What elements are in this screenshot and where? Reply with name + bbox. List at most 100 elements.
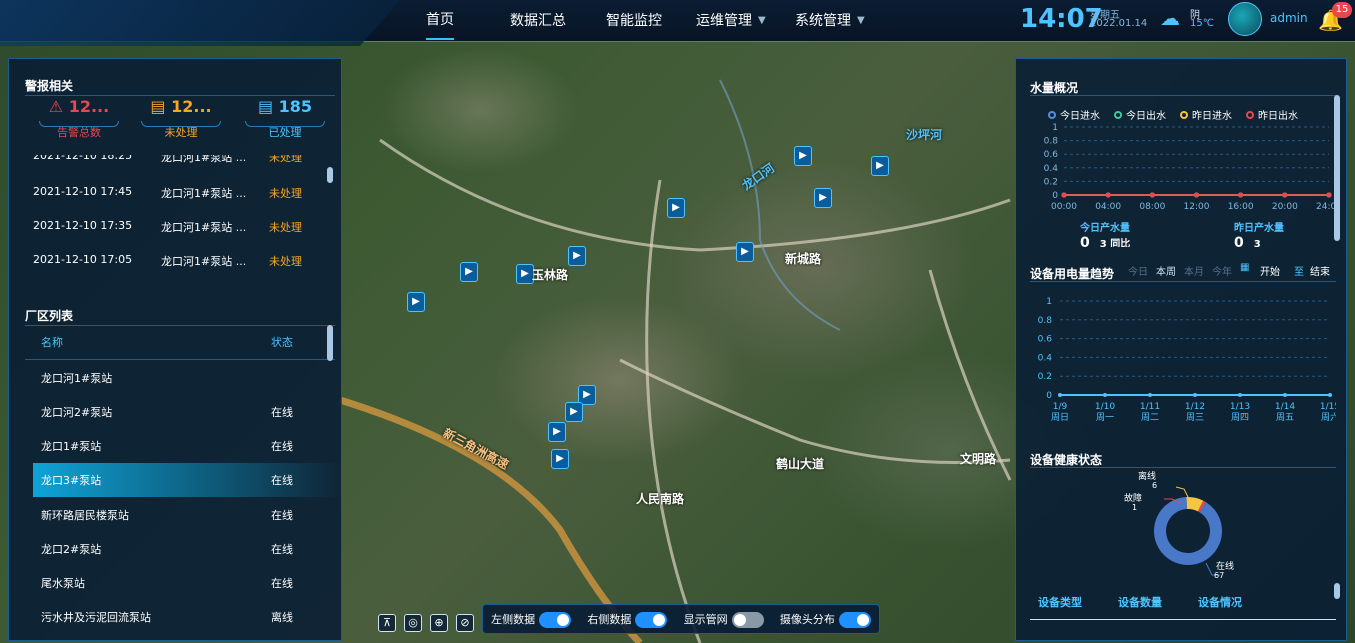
toggle-switch[interactable] xyxy=(731,611,764,628)
y-tick-label: 0.2 xyxy=(1044,177,1058,187)
y-tick-label: 0.6 xyxy=(1038,335,1053,345)
chevron-down-icon: ▼ xyxy=(758,14,766,26)
camera-marker[interactable]: ▶ xyxy=(871,156,889,176)
alarm-list: 2021-12-10 18:25 龙口河1#泵站 ... 未处理 2021-12-1… xyxy=(9,155,329,281)
scrollbar[interactable] xyxy=(327,167,333,183)
camera-marker[interactable]: ▶ xyxy=(814,188,832,208)
check-clipboard-icon: ▤ xyxy=(257,97,274,116)
toggle-left-data[interactable]: 左侧数据 xyxy=(491,611,572,628)
tab-year[interactable]: 今年 xyxy=(1212,263,1232,278)
alarm-site: 龙口河1#泵站 ... xyxy=(161,155,247,164)
calendar-icon[interactable]: ▦ xyxy=(1240,262,1249,273)
toggle-cameras[interactable]: 摄像头分布 xyxy=(780,611,871,628)
tab-month[interactable]: 本月 xyxy=(1184,263,1204,278)
date: 2022.01.14 xyxy=(1090,18,1148,29)
crosshair-icon[interactable]: ⊕ xyxy=(430,614,448,632)
scrollbar[interactable] xyxy=(1334,95,1340,241)
camera-marker[interactable]: ▶ xyxy=(736,242,754,262)
table-row[interactable]: 尾水泵站 在线 xyxy=(33,566,343,600)
scrollbar[interactable] xyxy=(327,325,333,361)
plants-title: 厂区列表 xyxy=(25,309,74,323)
alarm-time: 2021-12-10 18:25 xyxy=(33,155,133,162)
table-row[interactable]: 龙口河2#泵站 在线 xyxy=(33,395,343,429)
plant-name: 龙口3#泵站 xyxy=(41,474,102,487)
map-label: 玉林路 xyxy=(532,268,569,282)
notification-badge: 15 xyxy=(1332,2,1352,18)
divider xyxy=(39,121,119,127)
data-point xyxy=(1103,393,1107,397)
stat-value: 12... xyxy=(171,97,212,116)
table-row[interactable]: 龙口1#泵站 在线 xyxy=(33,429,343,463)
data-point xyxy=(1326,192,1332,198)
nav-data-summary[interactable]: 数据汇总 xyxy=(510,0,566,40)
list-item[interactable]: 2021-12-10 17:45 龙口河1#泵站 ... 未处理 xyxy=(33,185,329,205)
alarm-site: 龙口河1#泵站 ... xyxy=(161,221,247,234)
camera-marker[interactable]: ▶ xyxy=(460,262,478,282)
toggle-right-data[interactable]: 右侧数据 xyxy=(587,611,668,628)
avatar[interactable] xyxy=(1228,2,1262,36)
table-row[interactable]: 龙口河1#泵站 xyxy=(33,361,343,395)
toggle-switch[interactable] xyxy=(539,611,572,628)
x-tick-label: 1/13 周四 xyxy=(1230,402,1250,423)
data-point xyxy=(1238,192,1244,198)
camera-marker[interactable]: ▶ xyxy=(548,422,566,442)
tab-device-type[interactable]: 设备类型 xyxy=(1038,594,1082,610)
x-tick-label: 1/10 周一 xyxy=(1095,402,1115,423)
y-tick-label: 0.8 xyxy=(1038,316,1053,326)
x-tick-label: 1/9 周日 xyxy=(1051,402,1069,423)
divider xyxy=(25,359,335,360)
weather-icon: ☁ xyxy=(1160,6,1180,30)
map-label: 文明路 xyxy=(960,452,997,466)
table-row[interactable]: 龙口2#泵站 在线 xyxy=(33,532,343,566)
right-panel: 水量概况 今日进水 今日出水 昨日进水 昨日出水 0 0.2 0.4 0.6 0.8 1 0… xyxy=(1015,58,1347,641)
toggle-switch[interactable] xyxy=(838,611,871,628)
toggle-label: 显示管网 xyxy=(683,612,728,626)
nav-operations[interactable]: 运维管理 ▼ xyxy=(696,0,766,40)
today-production-label: 今日产水量 xyxy=(1080,223,1130,234)
camera-marker[interactable]: ▶ xyxy=(551,449,569,469)
toggle-switch[interactable] xyxy=(635,611,668,628)
list-item[interactable]: 2021-12-10 17:05 龙口河1#泵站 ... 未处理 xyxy=(33,253,329,273)
tab-device-count[interactable]: 设备数量 xyxy=(1118,594,1162,610)
compass-icon[interactable]: ⊘ xyxy=(456,614,474,632)
column-header: 状态 xyxy=(271,336,293,349)
table-row[interactable]: 新环路居民楼泵站 在线 xyxy=(33,498,343,532)
stat-handled: ▤ 185 已处理 xyxy=(235,97,335,140)
map-label: 人民南路 xyxy=(636,492,685,506)
camera-marker[interactable]: ▶ xyxy=(667,198,685,218)
nav-system[interactable]: 系统管理 ▼ xyxy=(795,0,865,40)
camera-marker[interactable]: ▶ xyxy=(568,246,586,266)
camera-marker[interactable]: ▶ xyxy=(565,402,583,422)
table-row-selected[interactable]: 龙口3#泵站 在线 xyxy=(33,463,343,497)
toggle-pipes[interactable]: 显示管网 xyxy=(684,611,764,628)
y-tick-label: 1 xyxy=(1046,297,1052,307)
tab-device-status[interactable]: 设备情况 xyxy=(1198,594,1242,610)
alarm-site: 龙口河1#泵站 ... xyxy=(161,255,247,268)
nav-home[interactable]: 首页 xyxy=(426,0,454,40)
stat-total: ⚠ 12... 告警总数 xyxy=(29,97,129,140)
table-header: 名称 状态 xyxy=(33,325,343,359)
start-date[interactable]: 开始 xyxy=(1260,263,1280,278)
data-point xyxy=(1238,393,1242,397)
list-item[interactable]: 2021-12-10 17:35 龙口河1#泵站 ... 未处理 xyxy=(33,219,329,239)
today-production: 0 3 同比 xyxy=(1080,235,1130,247)
username[interactable]: admin xyxy=(1270,11,1308,25)
plant-status: 在线 xyxy=(271,440,293,453)
health-title: 设备健康状态 xyxy=(1030,453,1103,467)
plant-name: 龙口1#泵站 xyxy=(41,440,102,453)
y-tick-label: 0 xyxy=(1052,191,1058,201)
scrollbar[interactable] xyxy=(1334,583,1340,599)
list-item[interactable]: 2021-12-10 18:25 龙口河1#泵站 ... 未处理 xyxy=(33,155,329,169)
table-row[interactable]: 污水井及污泥回流泵站 离线 xyxy=(33,600,343,634)
data-point xyxy=(1105,192,1111,198)
tab-week[interactable]: 本周 xyxy=(1156,263,1176,278)
tab-today[interactable]: 今日 xyxy=(1128,263,1148,278)
x-tick-label: 1/11 周二 xyxy=(1140,402,1160,423)
ruler-icon[interactable]: ⊼ xyxy=(378,614,396,632)
end-date[interactable]: 结束 xyxy=(1310,263,1330,278)
locate-icon[interactable]: ◎ xyxy=(404,614,422,632)
nav-smart-monitor[interactable]: 智能监控 xyxy=(606,0,662,40)
data-point xyxy=(1193,393,1197,397)
camera-marker[interactable]: ▶ xyxy=(794,146,812,166)
camera-marker[interactable]: ▶ xyxy=(407,292,425,312)
